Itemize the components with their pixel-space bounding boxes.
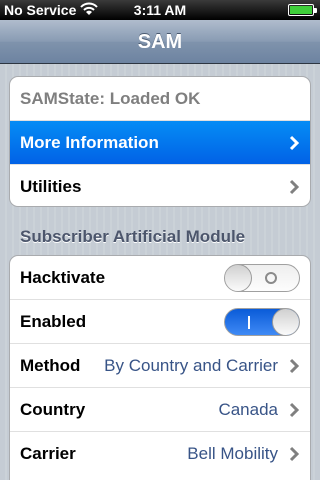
- chevron-right-icon: [289, 135, 300, 151]
- hacktivate-toggle[interactable]: [224, 264, 300, 292]
- utilities-row[interactable]: Utilities: [10, 165, 310, 206]
- page-title: SAM: [137, 31, 183, 53]
- more-information-row[interactable]: More Information: [10, 121, 310, 165]
- carrier-setting-value: Bell Mobility: [187, 444, 278, 463]
- method-label: Method: [20, 356, 81, 375]
- settings-group: Hacktivate Enabled Method By Country and…: [9, 255, 311, 480]
- navigation-bar: SAM: [0, 20, 320, 64]
- carrier-setting-label: Carrier: [20, 444, 76, 463]
- chevron-right-icon: [289, 358, 300, 374]
- section-header: Subscriber Artificial Module: [20, 227, 246, 246]
- clock: 3:11 AM: [133, 2, 187, 18]
- toggle-on-icon: [248, 316, 250, 329]
- chevron-right-icon: [289, 179, 300, 195]
- toggle-knob: [272, 309, 299, 335]
- chevron-right-icon: [289, 446, 300, 462]
- country-row[interactable]: Country Canada: [10, 388, 310, 432]
- more-information-label: More Information: [20, 133, 159, 152]
- enabled-row: Enabled: [10, 300, 310, 344]
- country-label: Country: [20, 400, 86, 419]
- toggle-knob: [225, 265, 252, 291]
- hacktivate-row: Hacktivate: [10, 256, 310, 300]
- utilities-label: Utilities: [20, 177, 82, 196]
- enabled-toggle[interactable]: [224, 308, 300, 336]
- battery-icon: [288, 4, 317, 16]
- hacktivate-label: Hacktivate: [20, 268, 106, 287]
- method-value: By Country and Carrier: [104, 356, 278, 375]
- method-row[interactable]: Method By Country and Carrier: [10, 344, 310, 388]
- carrier-row[interactable]: Carrier Bell Mobility: [10, 432, 310, 476]
- country-value: Canada: [218, 400, 278, 419]
- info-group: SAMState: Loaded OK More Information Uti…: [9, 76, 311, 207]
- enabled-label: Enabled: [20, 312, 87, 331]
- chevron-right-icon: [289, 402, 300, 418]
- samstate-row: SAMState: Loaded OK: [10, 77, 310, 121]
- toggle-off-icon: [265, 272, 277, 284]
- samstate-label: SAMState: Loaded OK: [20, 89, 201, 108]
- status-bar: No Service 3:11 AM: [0, 0, 320, 20]
